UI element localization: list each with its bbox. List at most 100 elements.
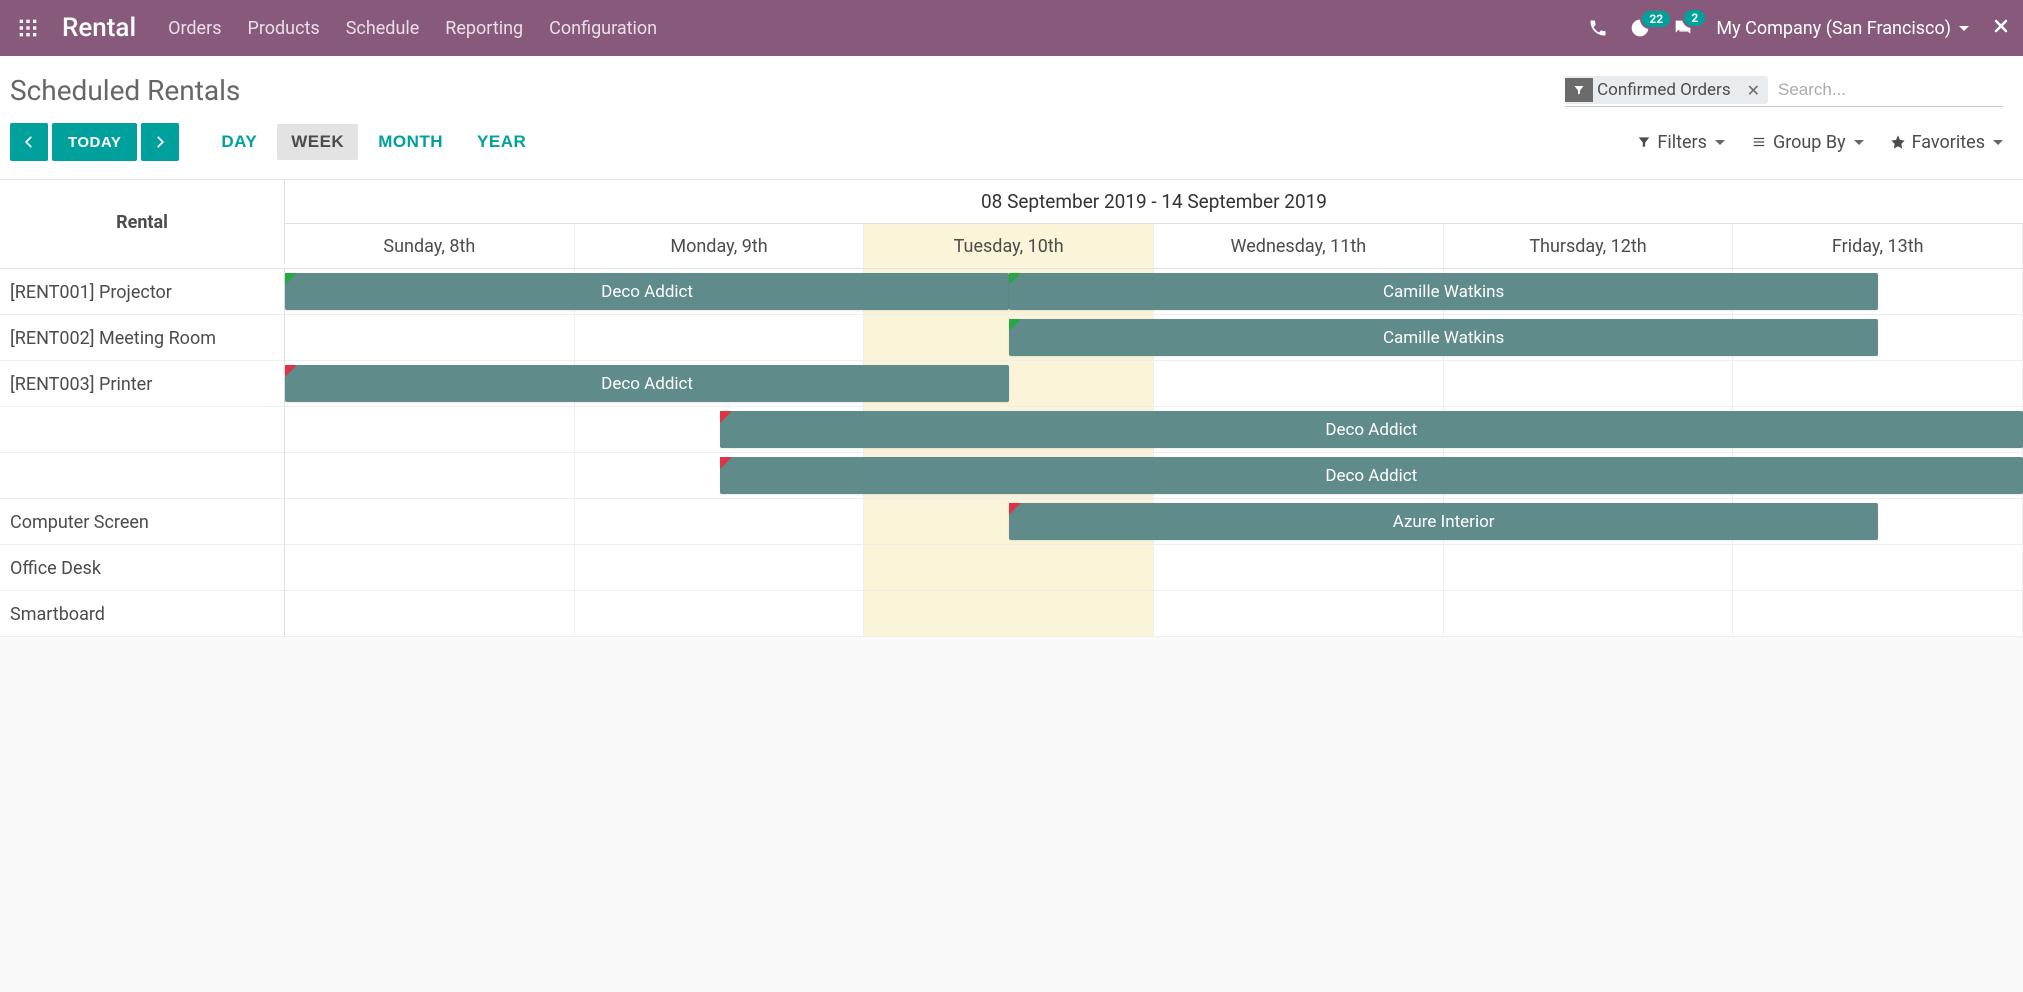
gantt-resource-row[interactable]: Smartboard (0, 591, 284, 637)
gantt-grid-cell[interactable] (575, 591, 865, 636)
app-brand[interactable]: Rental (62, 13, 136, 43)
nav-link-configuration[interactable]: Configuration (549, 18, 657, 39)
nav-link-products[interactable]: Products (247, 18, 319, 39)
gantt-resource-row[interactable]: [RENT002] Meeting Room (0, 315, 284, 361)
gantt-grid-cell[interactable] (285, 315, 575, 360)
gantt-grid-cell[interactable] (1154, 591, 1444, 636)
scale-day[interactable]: DAY (207, 124, 271, 160)
gantt-bar-label: Camille Watkins (1383, 328, 1504, 348)
gantt-day-header[interactable]: Friday, 13th (1733, 224, 2023, 268)
search-bar[interactable]: Confirmed Orders ✕ (1565, 74, 2003, 107)
gantt-grid-cell[interactable] (1154, 545, 1444, 590)
today-button[interactable]: TODAY (52, 123, 137, 161)
remove-filter-icon[interactable]: ✕ (1739, 81, 1768, 100)
gantt-grid-cell[interactable] (1444, 591, 1734, 636)
gantt-resource-row[interactable]: [RENT001] Projector (0, 269, 284, 315)
gantt-day-header[interactable]: Wednesday, 11th (1154, 224, 1444, 268)
next-button[interactable] (141, 123, 179, 161)
gantt-grid-cell[interactable] (285, 453, 575, 498)
gantt-bar[interactable]: Azure Interior (1009, 503, 1878, 540)
caret-down-icon (1854, 140, 1864, 145)
gantt-view: Rental 08 September 2019 - 14 September … (0, 180, 2023, 637)
company-name: My Company (San Francisco) (1716, 18, 1951, 39)
gantt-day-header[interactable]: Sunday, 8th (285, 224, 575, 268)
gantt-bar[interactable]: Deco Addict (285, 273, 1009, 310)
gantt-grid-cell[interactable] (1154, 361, 1444, 406)
gantt-grid-cell[interactable] (1733, 545, 2023, 590)
gantt-bar[interactable]: Deco Addict (720, 457, 2023, 494)
gantt-row-header-label: Rental (116, 212, 168, 233)
filters-dropdown[interactable]: Filters (1637, 132, 1725, 153)
gantt-grid-row (285, 591, 2023, 637)
gantt-grid: Deco Addict Camille Watkins Camille Watkin… (285, 269, 2023, 637)
active-filter-chip: Confirmed Orders ✕ (1565, 76, 1768, 104)
gantt-bar[interactable]: Deco Addict (285, 365, 1009, 402)
gantt-grid-cell[interactable] (864, 591, 1154, 636)
caret-down-icon (1993, 140, 2003, 145)
gantt-grid-cell[interactable] (285, 407, 575, 452)
groupby-dropdown[interactable]: Group By (1751, 132, 1864, 153)
gantt-grid-row: Deco Addict (285, 361, 2023, 407)
scale-year[interactable]: YEAR (463, 124, 540, 160)
nav-link-schedule[interactable]: Schedule (346, 18, 420, 39)
nav-links: Orders Products Schedule Reporting Confi… (168, 18, 657, 39)
gantt-row-header-cell: Rental (0, 180, 285, 264)
gantt-days-row: Sunday, 8thMonday, 9thTuesday, 10thWedne… (285, 224, 2023, 268)
nav-link-orders[interactable]: Orders (168, 18, 221, 39)
gantt-resource-list: [RENT001] Projector[RENT002] Meeting Roo… (0, 269, 285, 637)
gantt-grid-cell[interactable] (1444, 545, 1734, 590)
phone-icon[interactable] (1588, 18, 1608, 38)
close-icon[interactable] (1991, 16, 2011, 40)
gantt-bar[interactable]: Camille Watkins (1009, 319, 1878, 356)
gantt-grid-cell[interactable] (1733, 361, 2023, 406)
gantt-bar-label: Deco Addict (1325, 466, 1417, 486)
gantt-grid-cell[interactable] (285, 545, 575, 590)
gantt-resource-row[interactable]: Office Desk (0, 545, 284, 591)
gantt-grid-cell[interactable] (285, 499, 575, 544)
gantt-grid-row: Camille Watkins (285, 315, 2023, 361)
company-selector[interactable]: My Company (San Francisco) (1716, 18, 1969, 39)
gantt-day-header[interactable]: Tuesday, 10th (864, 224, 1154, 268)
nav-link-reporting[interactable]: Reporting (445, 18, 523, 39)
filters-label: Filters (1657, 132, 1707, 153)
gantt-bar-label: Camille Watkins (1383, 282, 1504, 302)
gantt-bar-label: Deco Addict (601, 282, 693, 302)
apps-launcher-icon[interactable] (12, 12, 44, 44)
gantt-grid-cell[interactable] (1733, 591, 2023, 636)
control-panel: Scheduled Rentals Confirmed Orders ✕ TOD… (0, 56, 2023, 180)
caret-down-icon (1959, 26, 1969, 31)
gantt-day-header[interactable]: Thursday, 12th (1444, 224, 1734, 268)
gantt-grid-cell[interactable] (575, 315, 865, 360)
gantt-resource-row[interactable]: Computer Screen (0, 499, 284, 545)
caret-down-icon (1715, 140, 1725, 145)
gantt-resource-row[interactable] (0, 453, 284, 499)
gantt-grid-row: Deco Addict Camille Watkins (285, 269, 2023, 315)
search-options: Filters Group By Favorites (1637, 132, 2003, 153)
funnel-icon (1565, 78, 1593, 102)
navbar-right: 22 2 My Company (San Francisco) (1588, 16, 2011, 40)
gantt-day-header[interactable]: Monday, 9th (575, 224, 865, 268)
activity-badge: 22 (1640, 9, 1672, 29)
gantt-bar-label: Deco Addict (601, 374, 693, 394)
search-input[interactable] (1774, 74, 2003, 106)
gantt-resource-row[interactable]: [RENT003] Printer (0, 361, 284, 407)
prev-button[interactable] (10, 123, 48, 161)
favorites-dropdown[interactable]: Favorites (1890, 132, 2003, 153)
gantt-bar[interactable]: Camille Watkins (1009, 273, 1878, 310)
gantt-grid-cell[interactable] (1444, 361, 1734, 406)
scale-month[interactable]: MONTH (364, 124, 457, 160)
gantt-bar-label: Azure Interior (1393, 512, 1495, 532)
gantt-bar[interactable]: Deco Addict (720, 411, 2023, 448)
gantt-grid-cell[interactable] (285, 591, 575, 636)
activity-icon[interactable]: 22 (1630, 18, 1650, 38)
discuss-badge: 2 (1682, 8, 1707, 28)
discuss-icon[interactable]: 2 (1672, 17, 1694, 39)
gantt-grid-cell[interactable] (575, 545, 865, 590)
gantt-grid-row: Azure Interior (285, 499, 2023, 545)
gantt-grid-cell[interactable] (575, 499, 865, 544)
gantt-grid-cell[interactable] (864, 545, 1154, 590)
scale-week[interactable]: WEEK (277, 124, 358, 160)
gantt-grid-row: Deco Addict (285, 407, 2023, 453)
groupby-label: Group By (1773, 132, 1846, 153)
gantt-resource-row[interactable] (0, 407, 284, 453)
